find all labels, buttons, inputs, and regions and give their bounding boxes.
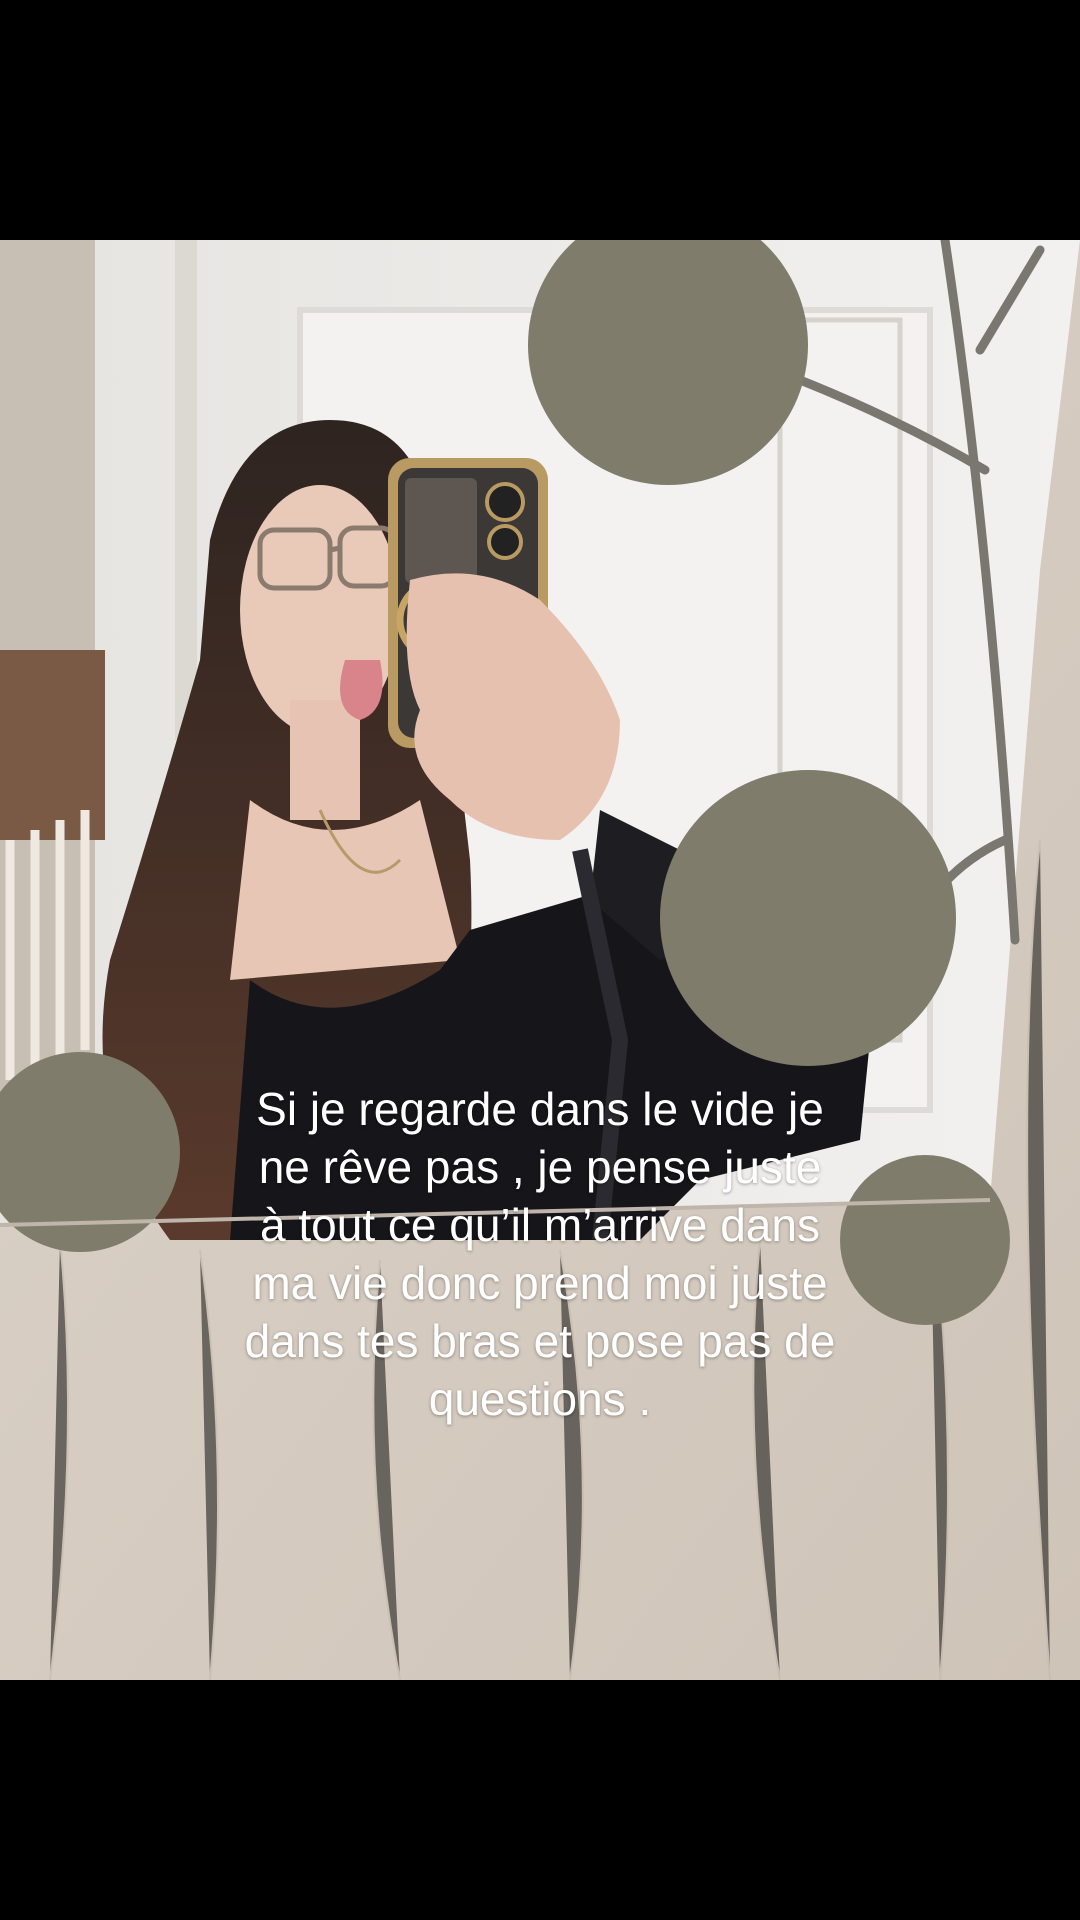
- phone-photo: [405, 478, 477, 583]
- neck: [290, 700, 360, 820]
- camera-lens: [485, 482, 525, 522]
- story-caption: Si je regarde dans le vide je ne rêve pa…: [244, 1083, 836, 1425]
- mirror-selfie-illustration: [0, 240, 1080, 1680]
- story-photo: [0, 240, 1080, 1680]
- top-letterbox: [0, 0, 1080, 240]
- bottom-letterbox: [0, 1680, 1080, 1920]
- door-frame: [175, 240, 197, 740]
